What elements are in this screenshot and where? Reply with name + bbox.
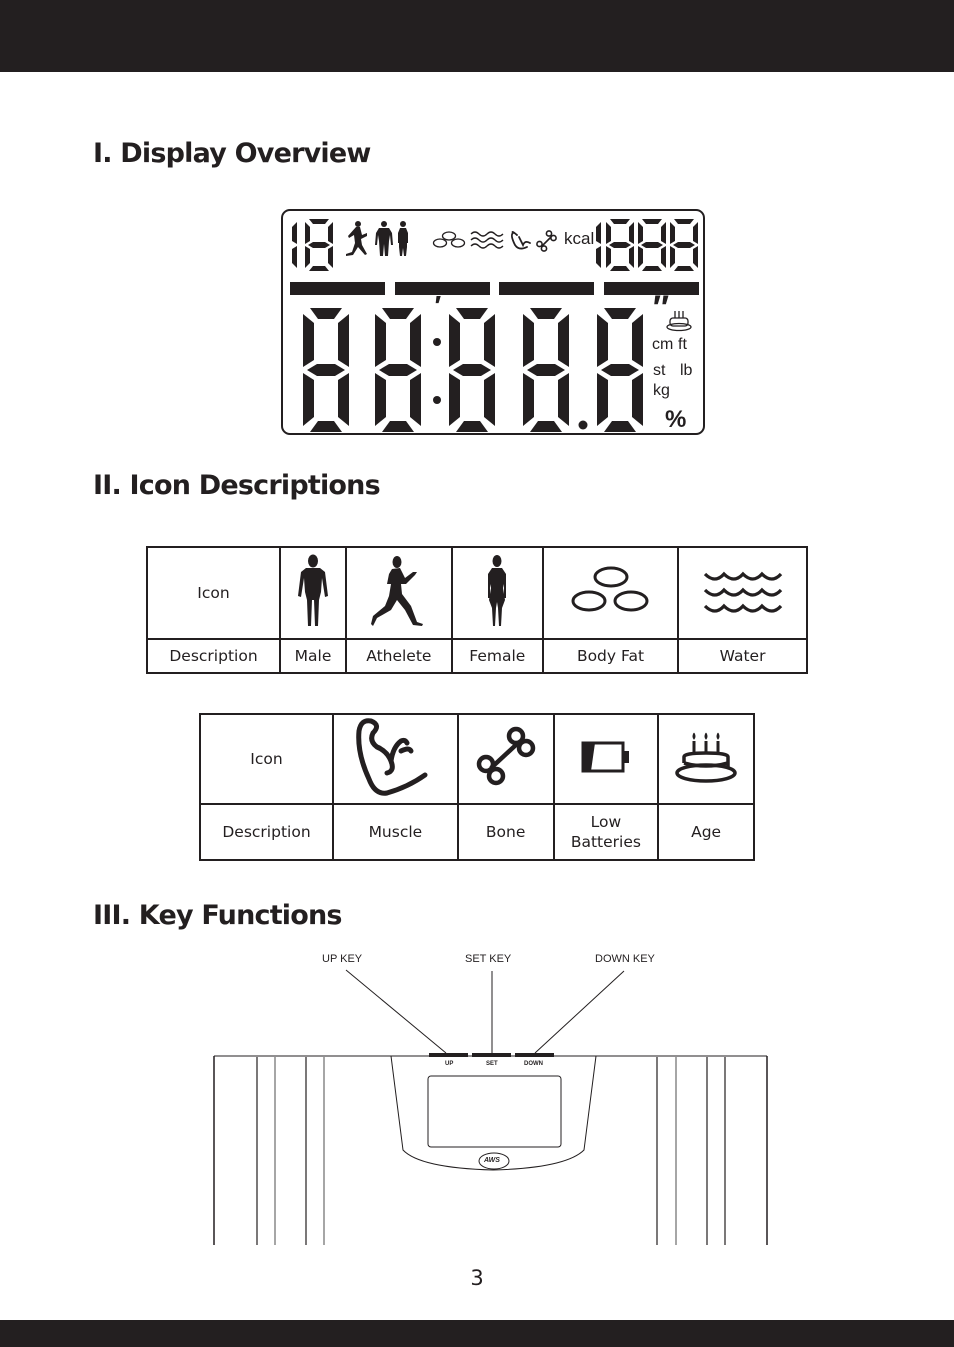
section-title-icon-descriptions: II. Icon Descriptions — [93, 470, 381, 501]
scale-diagram — [213, 969, 768, 1245]
description-low-batteries-line2: Batteries — [570, 833, 641, 851]
second-mark: ″ — [651, 289, 668, 327]
age-icon — [675, 732, 737, 783]
water-icon-cell — [677, 546, 808, 640]
table-row: Icon — [146, 546, 808, 640]
description-bone: Bone — [456, 803, 555, 861]
unit-ft: ft — [678, 336, 687, 353]
female-icon-cell — [450, 546, 544, 640]
icon-table-2: Icon Description Muscle Bone Low Batteri… — [199, 713, 755, 861]
row-label-description: Description — [199, 803, 334, 861]
aws-logo-text: AWS — [484, 1157, 500, 1164]
bar-segments — [290, 282, 699, 295]
up-button[interactable] — [429, 1053, 468, 1057]
set-button-label: SET — [486, 1061, 498, 1067]
age-icon-cell — [657, 713, 755, 805]
muscle-icon-cell — [332, 713, 459, 805]
description-male: Male — [278, 638, 348, 674]
footer-band — [0, 1320, 954, 1347]
set-button[interactable] — [472, 1053, 511, 1057]
top-right-digits — [596, 219, 698, 271]
bar-segment — [395, 282, 490, 295]
bone-icon — [536, 230, 557, 252]
page-number: 3 — [470, 1266, 484, 1290]
top-left-digits — [292, 219, 333, 271]
description-muscle: Muscle — [332, 803, 459, 861]
female-icon — [488, 555, 507, 626]
up-button-label: UP — [445, 1061, 454, 1067]
unit-kg: kg — [653, 382, 670, 399]
lcd-display-diagram: ′ ″ kcal cm ft st lb kg % — [281, 209, 705, 435]
low-battery-icon — [581, 741, 629, 773]
callout-lines — [345, 969, 625, 1054]
bone-icon-cell — [456, 713, 555, 805]
athlete-icon-cell — [345, 546, 453, 640]
row-label-icon: Icon — [199, 713, 334, 805]
body-fat-icon — [571, 566, 648, 612]
male-icon — [375, 221, 393, 256]
icon-table-1: Icon Description Male Athelete Female Bo… — [146, 546, 808, 674]
kcal-label: kcal — [564, 229, 595, 248]
unit-st: st — [653, 362, 666, 379]
athlete-icon — [346, 221, 367, 256]
unit-lb: lb — [680, 362, 693, 379]
male-icon-cell — [278, 546, 348, 640]
description-low-batteries: Low Batteries — [552, 803, 660, 861]
water-icon — [470, 231, 504, 249]
male-icon — [298, 554, 328, 626]
unit-percent: % — [665, 406, 687, 433]
table-row: Icon — [199, 713, 755, 805]
table-row: Description Muscle Bone Low Batteries Ag… — [199, 803, 755, 861]
table-row: Description Male Athelete Female Body Fa… — [146, 638, 808, 674]
bone-icon — [476, 726, 535, 786]
low-battery-icon-cell — [552, 713, 660, 805]
description-water: Water — [677, 638, 808, 674]
description-age: Age — [657, 803, 755, 861]
muscle-icon — [510, 230, 531, 250]
body-fat-icon — [432, 231, 466, 248]
section-title-key-functions: III. Key Functions — [93, 900, 343, 931]
minute-mark: ′ — [433, 290, 440, 321]
header-band — [0, 0, 954, 72]
female-icon — [398, 221, 408, 256]
bar-segment — [290, 282, 385, 295]
muscle-icon — [356, 718, 428, 796]
section-title-display-overview: I. Display Overview — [93, 138, 371, 169]
row-label-icon: Icon — [146, 546, 281, 640]
water-icon — [703, 571, 782, 613]
body-fat-icon-cell — [541, 546, 680, 640]
age-icon — [666, 311, 692, 332]
description-body-fat: Body Fat — [541, 638, 680, 674]
athlete-icon — [370, 556, 423, 626]
down-button-label: DOWN — [524, 1061, 543, 1067]
description-female: Female — [450, 638, 544, 674]
description-athlete: Athelete — [345, 638, 453, 674]
down-button[interactable] — [515, 1053, 554, 1057]
main-digits — [303, 308, 643, 432]
description-low-batteries-line1: Low — [590, 813, 622, 831]
scale-outline — [213, 1055, 768, 1245]
bar-segment — [499, 282, 594, 295]
unit-cm: cm — [652, 336, 674, 353]
row-label-description: Description — [146, 638, 281, 674]
